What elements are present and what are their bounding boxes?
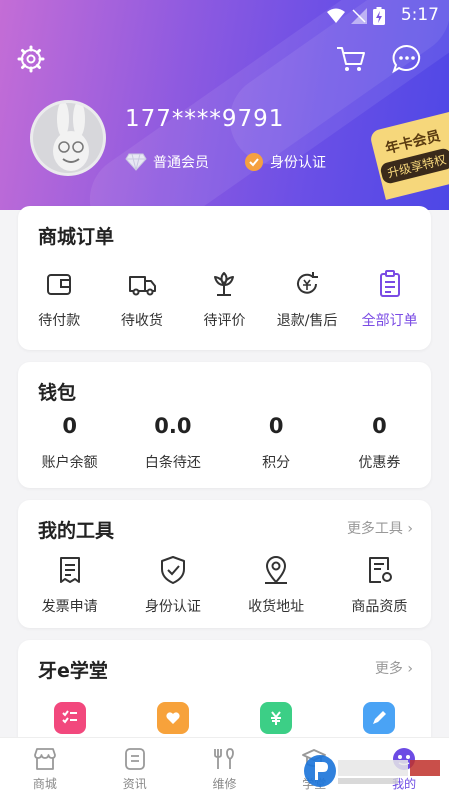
checklist-icon xyxy=(53,702,86,734)
tab-label: 维修 xyxy=(212,777,237,791)
tool-address[interactable]: 收货地址 xyxy=(225,554,328,616)
tool-label: 商品资质 xyxy=(351,599,408,615)
member-label: 普通会员 xyxy=(153,155,209,171)
academy-item[interactable] xyxy=(18,702,121,734)
tab-label: 商城 xyxy=(32,777,57,791)
academy-card: 牙e学堂 更多 › xyxy=(18,640,431,750)
academy-title: 牙e学堂 xyxy=(38,660,108,682)
watermark-logo xyxy=(304,755,440,787)
academy-more-link[interactable]: 更多 › xyxy=(375,658,413,678)
academy-item[interactable] xyxy=(328,702,431,734)
status-time: 5:17 xyxy=(400,5,439,25)
heart-box-icon xyxy=(156,702,189,734)
wallet-value: 0 xyxy=(372,414,387,438)
tools-more-link[interactable]: 更多工具 › xyxy=(347,518,413,538)
cart-icon[interactable] xyxy=(334,42,368,76)
verify-medal-icon xyxy=(245,153,263,171)
user-phone: 177****9791 xyxy=(125,106,285,132)
academy-item[interactable] xyxy=(225,702,328,734)
order-pending-receipt[interactable]: 待收货 xyxy=(101,268,184,330)
flower-icon xyxy=(214,272,235,296)
wallet-card: 钱包 0 账户余额 0.0 白条待还 0 积分 0 优惠券 xyxy=(18,362,431,488)
status-bar: 5:17 xyxy=(0,0,449,30)
tab-repair[interactable]: 维修 xyxy=(180,738,270,800)
status-icons xyxy=(327,7,385,25)
tool-qualification[interactable]: 商品资质 xyxy=(328,554,431,616)
news-icon xyxy=(124,748,145,770)
order-item-label: 退款/售后 xyxy=(276,313,338,329)
order-item-label: 全部订单 xyxy=(361,313,418,329)
rabbit-avatar-icon xyxy=(53,103,89,171)
wallet-icon xyxy=(47,274,72,295)
wallet-balance[interactable]: 0 账户余额 xyxy=(18,414,121,472)
tool-identity[interactable]: 身份认证 xyxy=(121,554,224,616)
chevron-right-icon: › xyxy=(407,521,413,537)
vip-upgrade-tag[interactable]: 年卡会员 升级享特权 xyxy=(369,110,449,200)
wallet-value: 0.0 xyxy=(154,414,192,438)
tab-shop[interactable]: 商城 xyxy=(0,738,90,800)
wallet-label: 积分 xyxy=(262,455,291,471)
order-all[interactable]: 全部订单 xyxy=(348,268,431,330)
member-badge[interactable]: 普通会员 xyxy=(125,152,209,172)
tools-title: 我的工具 xyxy=(38,520,115,542)
order-pending-review[interactable]: 待评价 xyxy=(183,268,266,330)
tab-label: 资讯 xyxy=(122,777,147,791)
settings-icon[interactable] xyxy=(14,42,48,76)
wallet-coupons[interactable]: 0 优惠券 xyxy=(328,414,431,472)
order-item-label: 待评价 xyxy=(203,313,246,329)
tool-label: 身份认证 xyxy=(144,599,201,615)
order-item-label: 待收货 xyxy=(120,313,163,329)
certificate-icon xyxy=(369,557,393,583)
wifi-icon xyxy=(327,8,345,23)
clipboard-icon xyxy=(379,270,400,297)
diamond-icon xyxy=(125,153,147,171)
shield-check-icon xyxy=(160,556,185,584)
avatar[interactable] xyxy=(30,100,106,176)
wallet-title: 钱包 xyxy=(38,382,77,404)
wallet-credit-due[interactable]: 0.0 白条待还 xyxy=(121,414,224,472)
wallet-points[interactable]: 0 积分 xyxy=(225,414,328,472)
wallet-label: 账户余额 xyxy=(41,455,98,471)
tool-label: 发票申请 xyxy=(41,599,98,615)
orders-card: 商城订单 待付款 待收货 待评价 退款/售后 全部订单 xyxy=(18,206,431,350)
battery-icon xyxy=(373,7,385,25)
verify-badge[interactable]: 身份认证 xyxy=(244,152,326,172)
signal-icon xyxy=(351,8,367,24)
truck-icon xyxy=(128,276,156,296)
tools-more-label: 更多工具 xyxy=(346,521,403,537)
tools-card: 我的工具 更多工具 › 发票申请 身份认证 收货地址 商品资质 xyxy=(18,500,431,628)
wallet-value: 0 xyxy=(268,414,284,438)
message-icon[interactable] xyxy=(390,42,424,76)
wallet-label: 白条待还 xyxy=(144,455,201,471)
profile-header: 5:17 177****9791 普通会员 身份认证 年卡会员 升级享特权 xyxy=(0,0,449,210)
order-item-label: 待付款 xyxy=(38,313,81,329)
shop-icon xyxy=(33,748,56,770)
repair-icon xyxy=(214,748,235,769)
edit-icon xyxy=(363,702,396,734)
invoice-icon xyxy=(59,557,80,583)
refund-icon xyxy=(297,272,319,294)
orders-title: 商城订单 xyxy=(38,226,115,248)
verify-label: 身份认证 xyxy=(270,155,326,171)
order-pending-payment[interactable]: 待付款 xyxy=(18,268,101,330)
ticket-icon xyxy=(260,702,293,734)
location-icon xyxy=(265,556,288,584)
academy-item[interactable] xyxy=(121,702,224,734)
wallet-value: 0 xyxy=(62,414,77,438)
wallet-label: 优惠券 xyxy=(358,455,401,471)
tool-label: 收货地址 xyxy=(248,599,305,615)
tab-news[interactable]: 资讯 xyxy=(90,738,180,800)
academy-more-label: 更多 xyxy=(374,661,403,677)
chevron-right-icon: › xyxy=(407,661,413,677)
tool-invoice[interactable]: 发票申请 xyxy=(18,554,121,616)
order-refund[interactable]: 退款/售后 xyxy=(266,268,349,330)
